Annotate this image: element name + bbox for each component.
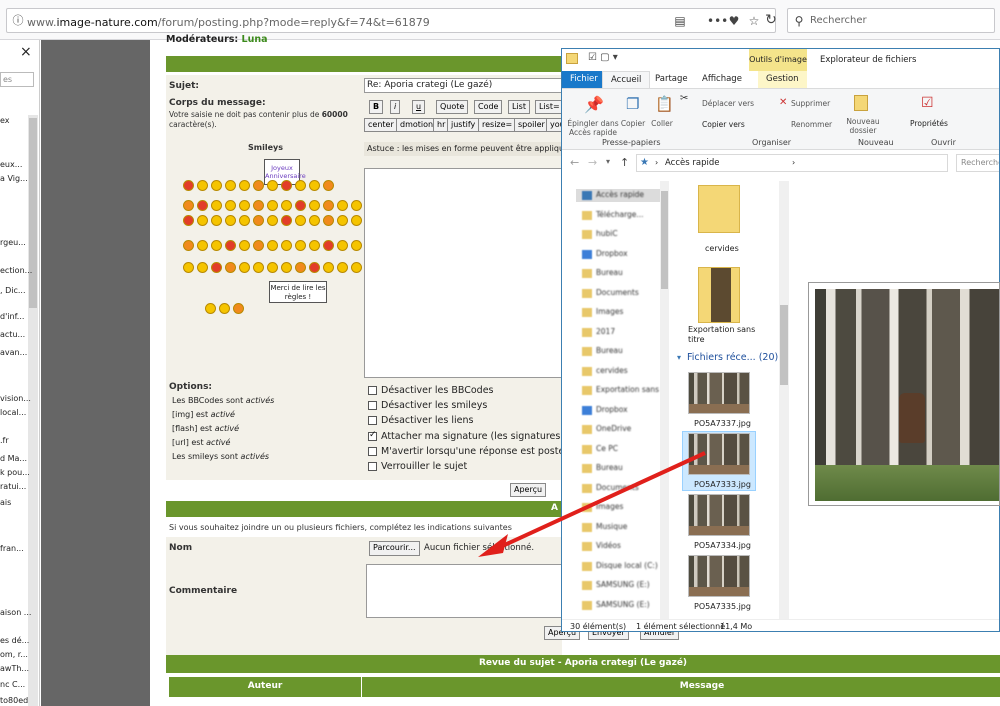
arrow-head bbox=[478, 534, 508, 557]
red-arrow-annotation bbox=[478, 451, 706, 557]
arrow-shaft bbox=[497, 451, 706, 550]
